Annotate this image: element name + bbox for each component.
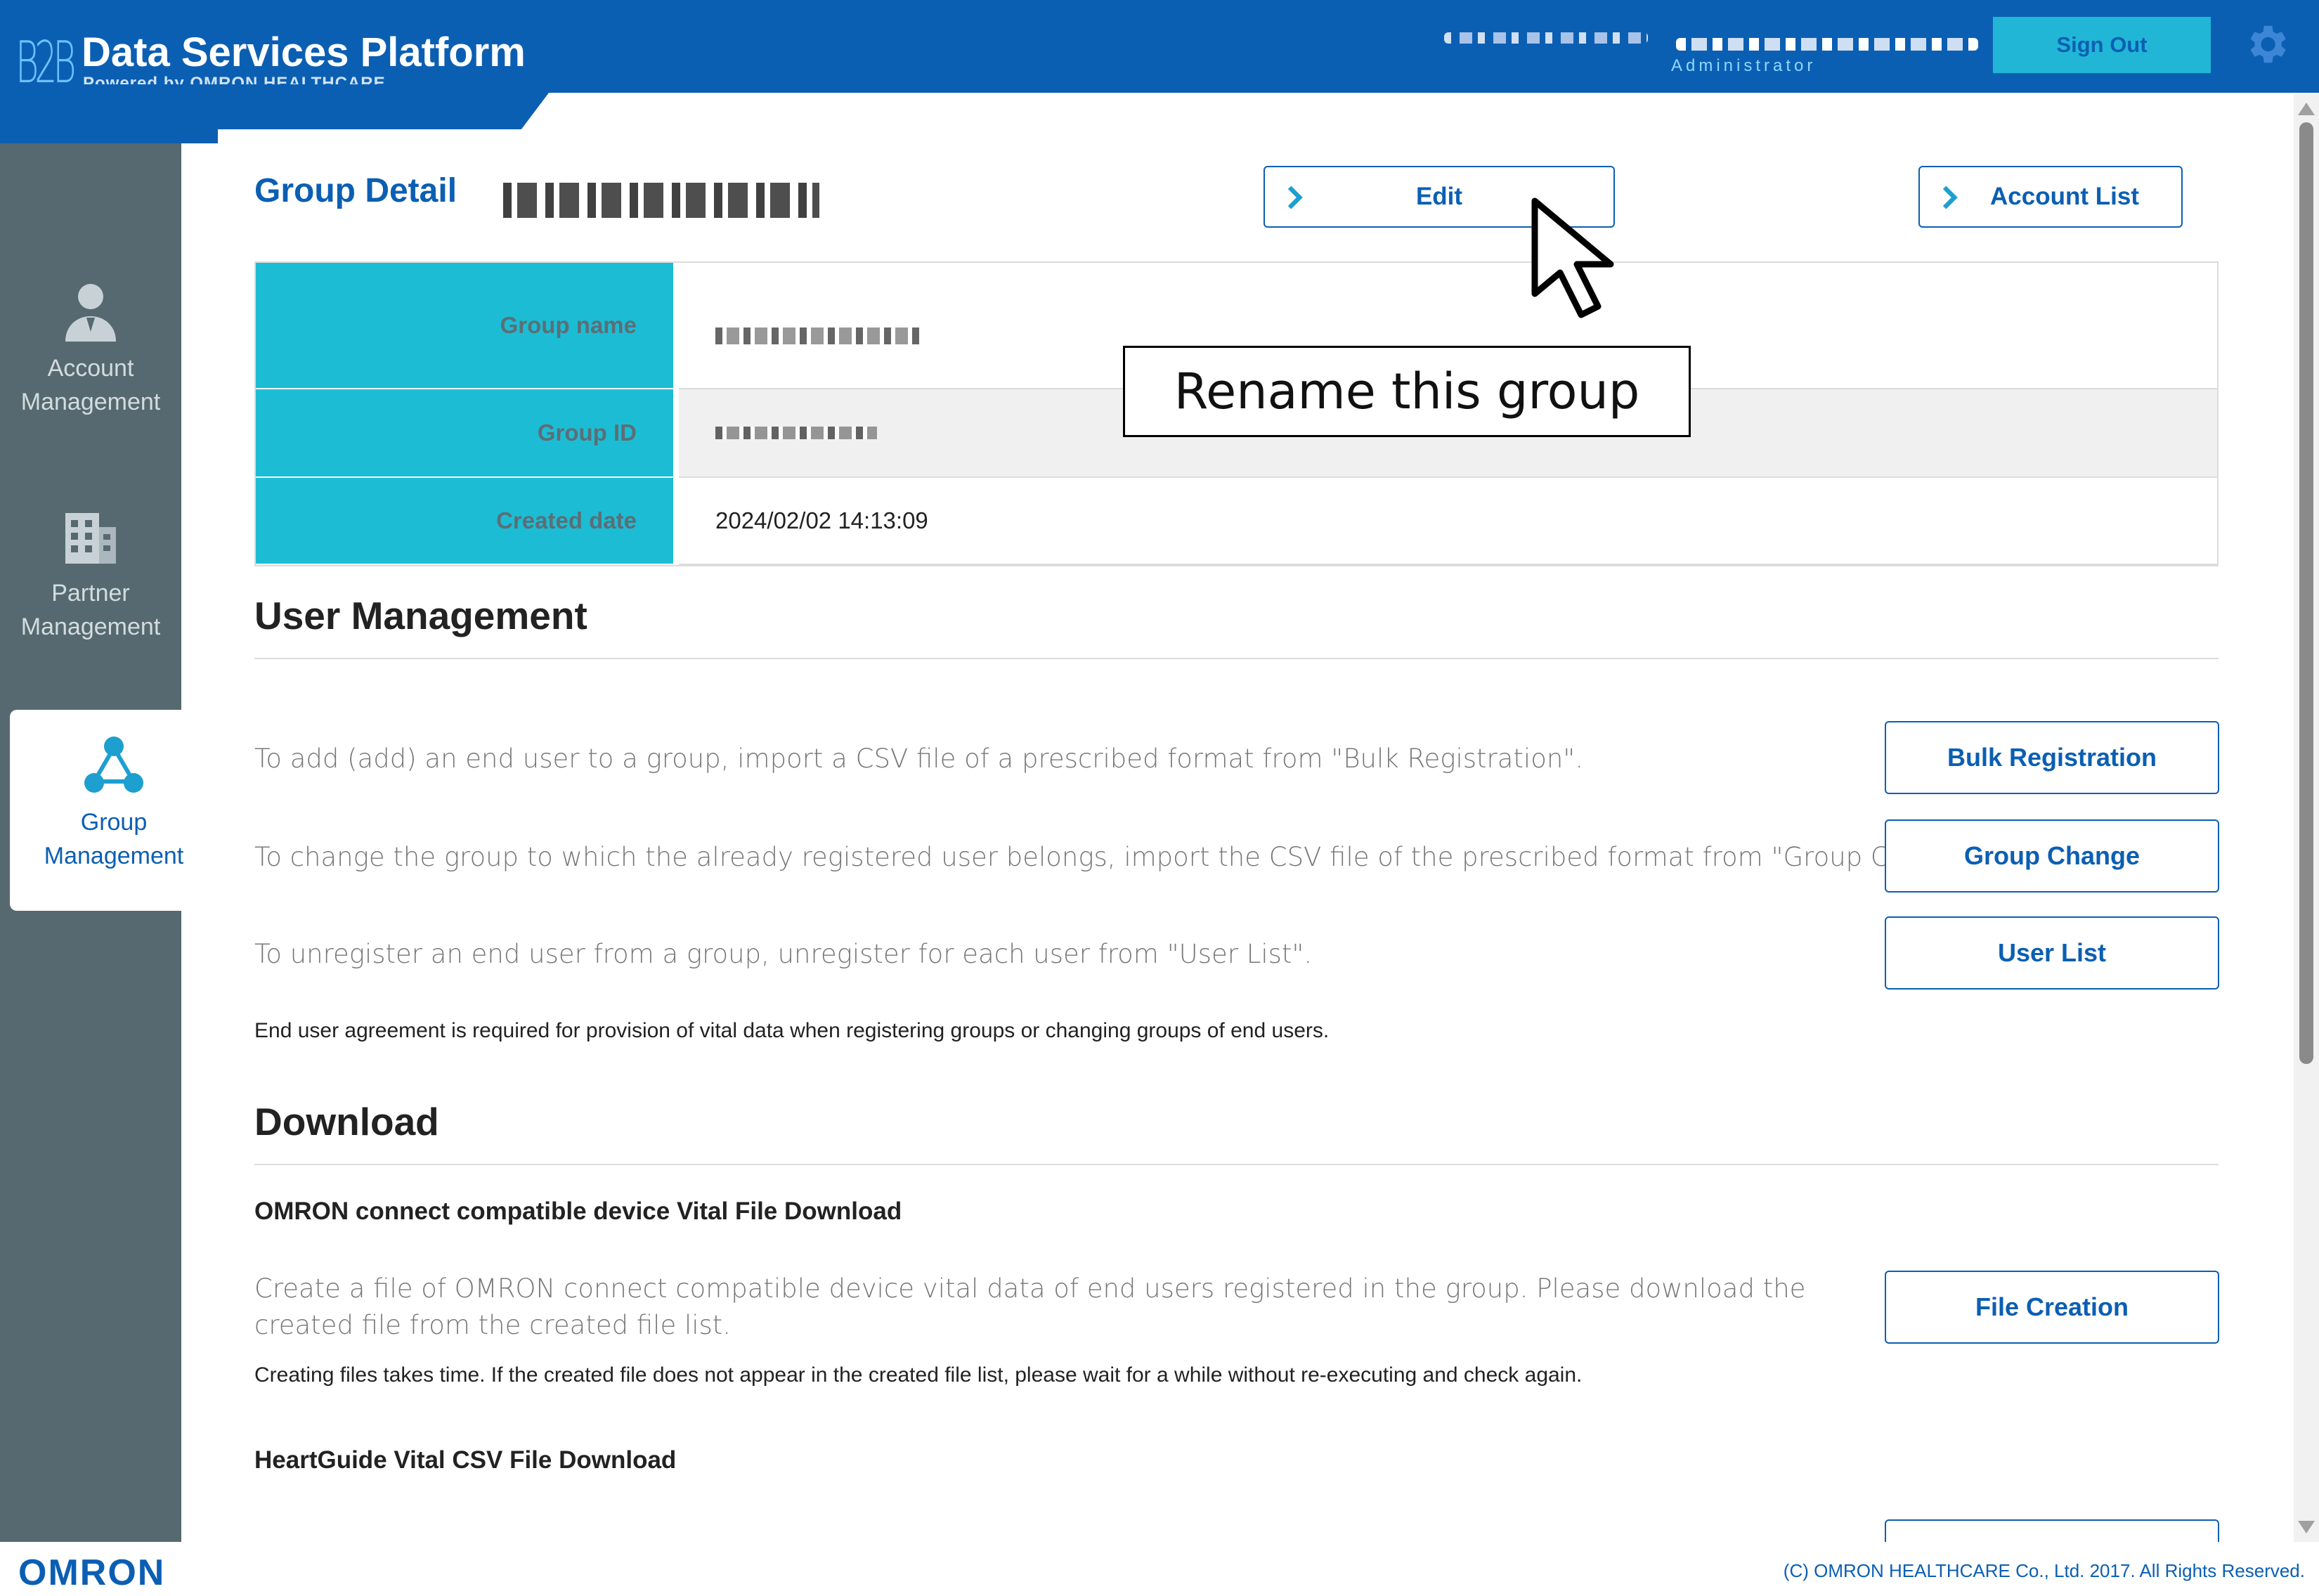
detail-row-created-date: Created date 2024/02/02 14:13:09 bbox=[256, 478, 2217, 565]
mouse-pointer-icon bbox=[1531, 197, 1614, 318]
scrollbar-thumb[interactable] bbox=[2299, 122, 2313, 1064]
detail-value: 2024/02/02 14:13:09 bbox=[679, 478, 2217, 565]
detail-label: Group ID bbox=[256, 389, 673, 478]
scroll-down-arrow-icon[interactable] bbox=[2298, 1521, 2315, 1533]
scroll-up-arrow-icon[interactable] bbox=[2298, 103, 2315, 115]
sidebar-item-partner-management[interactable]: Partner Management bbox=[0, 502, 181, 644]
group-change-button[interactable]: Group Change bbox=[1885, 819, 2219, 893]
footer: OMRON (C) OMRON HEALTHCARE Co., Ltd. 201… bbox=[0, 1542, 2319, 1596]
instruction-callout: Rename this group bbox=[1123, 346, 1691, 437]
group-name-redacted bbox=[503, 183, 819, 218]
person-icon bbox=[65, 284, 116, 342]
section-divider bbox=[254, 658, 2219, 659]
sidebar: Account Management Partner Management Gr… bbox=[0, 143, 218, 1542]
user-management-heading: User Management bbox=[254, 594, 587, 637]
building-icon bbox=[65, 513, 116, 564]
user-role: Administrator bbox=[1671, 56, 1817, 75]
sidebar-item-group-management[interactable]: Group Management bbox=[10, 710, 218, 911]
copyright-text: (C) OMRON HEALTHCARE Co., Ltd. 2017. All… bbox=[1783, 1560, 2305, 1581]
gear-icon[interactable] bbox=[2242, 20, 2291, 69]
sidebar-item-label: Partner Management bbox=[20, 580, 161, 640]
file-creation-note: Creating files takes time. If the create… bbox=[254, 1363, 1583, 1387]
user-list-button[interactable]: User List bbox=[1885, 916, 2219, 990]
heartguide-download-heading: HeartGuide Vital CSV File Download bbox=[254, 1446, 677, 1474]
group-change-description: To change the group to which the already… bbox=[254, 842, 1990, 872]
organization-name-redacted bbox=[1676, 38, 1978, 51]
chevron-right-icon bbox=[1942, 186, 1958, 209]
page-scrollbar[interactable] bbox=[2294, 94, 2319, 1542]
omron-download-heading: OMRON connect compatible device Vital Fi… bbox=[254, 1198, 902, 1225]
value-redacted bbox=[715, 427, 877, 439]
download-heading: Download bbox=[254, 1100, 439, 1143]
section-divider bbox=[254, 1164, 2219, 1165]
agreement-note: End user agreement is required for provi… bbox=[254, 1019, 1330, 1042]
omron-logo: OMRON bbox=[18, 1552, 166, 1593]
account-list-button[interactable]: Account List bbox=[1918, 166, 2183, 228]
sidebar-item-label: Group Management bbox=[44, 809, 184, 869]
sidebar-item-account-management[interactable]: Account Management bbox=[0, 277, 181, 419]
sign-out-button[interactable]: Sign Out bbox=[1993, 17, 2211, 73]
detail-label: Group name bbox=[256, 263, 673, 389]
page-title: Group Detail bbox=[254, 172, 457, 209]
app-title: Data Services Platform bbox=[82, 30, 526, 75]
bulk-registration-button[interactable]: Bulk Registration bbox=[1885, 721, 2219, 794]
group-icon bbox=[84, 737, 143, 793]
b2b-logo: B2B bbox=[15, 30, 77, 96]
user-name-redacted bbox=[1444, 32, 1648, 44]
bulk-registration-description: To add (add) an end user to a group, imp… bbox=[254, 744, 1584, 774]
omron-download-description: Create a file of OMRON connect compatibl… bbox=[254, 1273, 1806, 1340]
chevron-right-icon bbox=[1287, 186, 1303, 209]
top-header: B2B Data Services Platform Powered by OM… bbox=[0, 0, 2319, 93]
detail-label: Created date bbox=[256, 478, 673, 565]
file-creation-button[interactable]: File Creation bbox=[1885, 1271, 2219, 1344]
sidebar-item-label: Account Management bbox=[20, 355, 161, 415]
user-list-description: To unregister an end user from a group, … bbox=[254, 939, 1313, 969]
value-redacted bbox=[715, 327, 919, 344]
heartguide-file-button-partial[interactable] bbox=[1885, 1519, 2219, 1542]
main-content: Group Detail Edit Account List Group nam… bbox=[218, 129, 2256, 1542]
